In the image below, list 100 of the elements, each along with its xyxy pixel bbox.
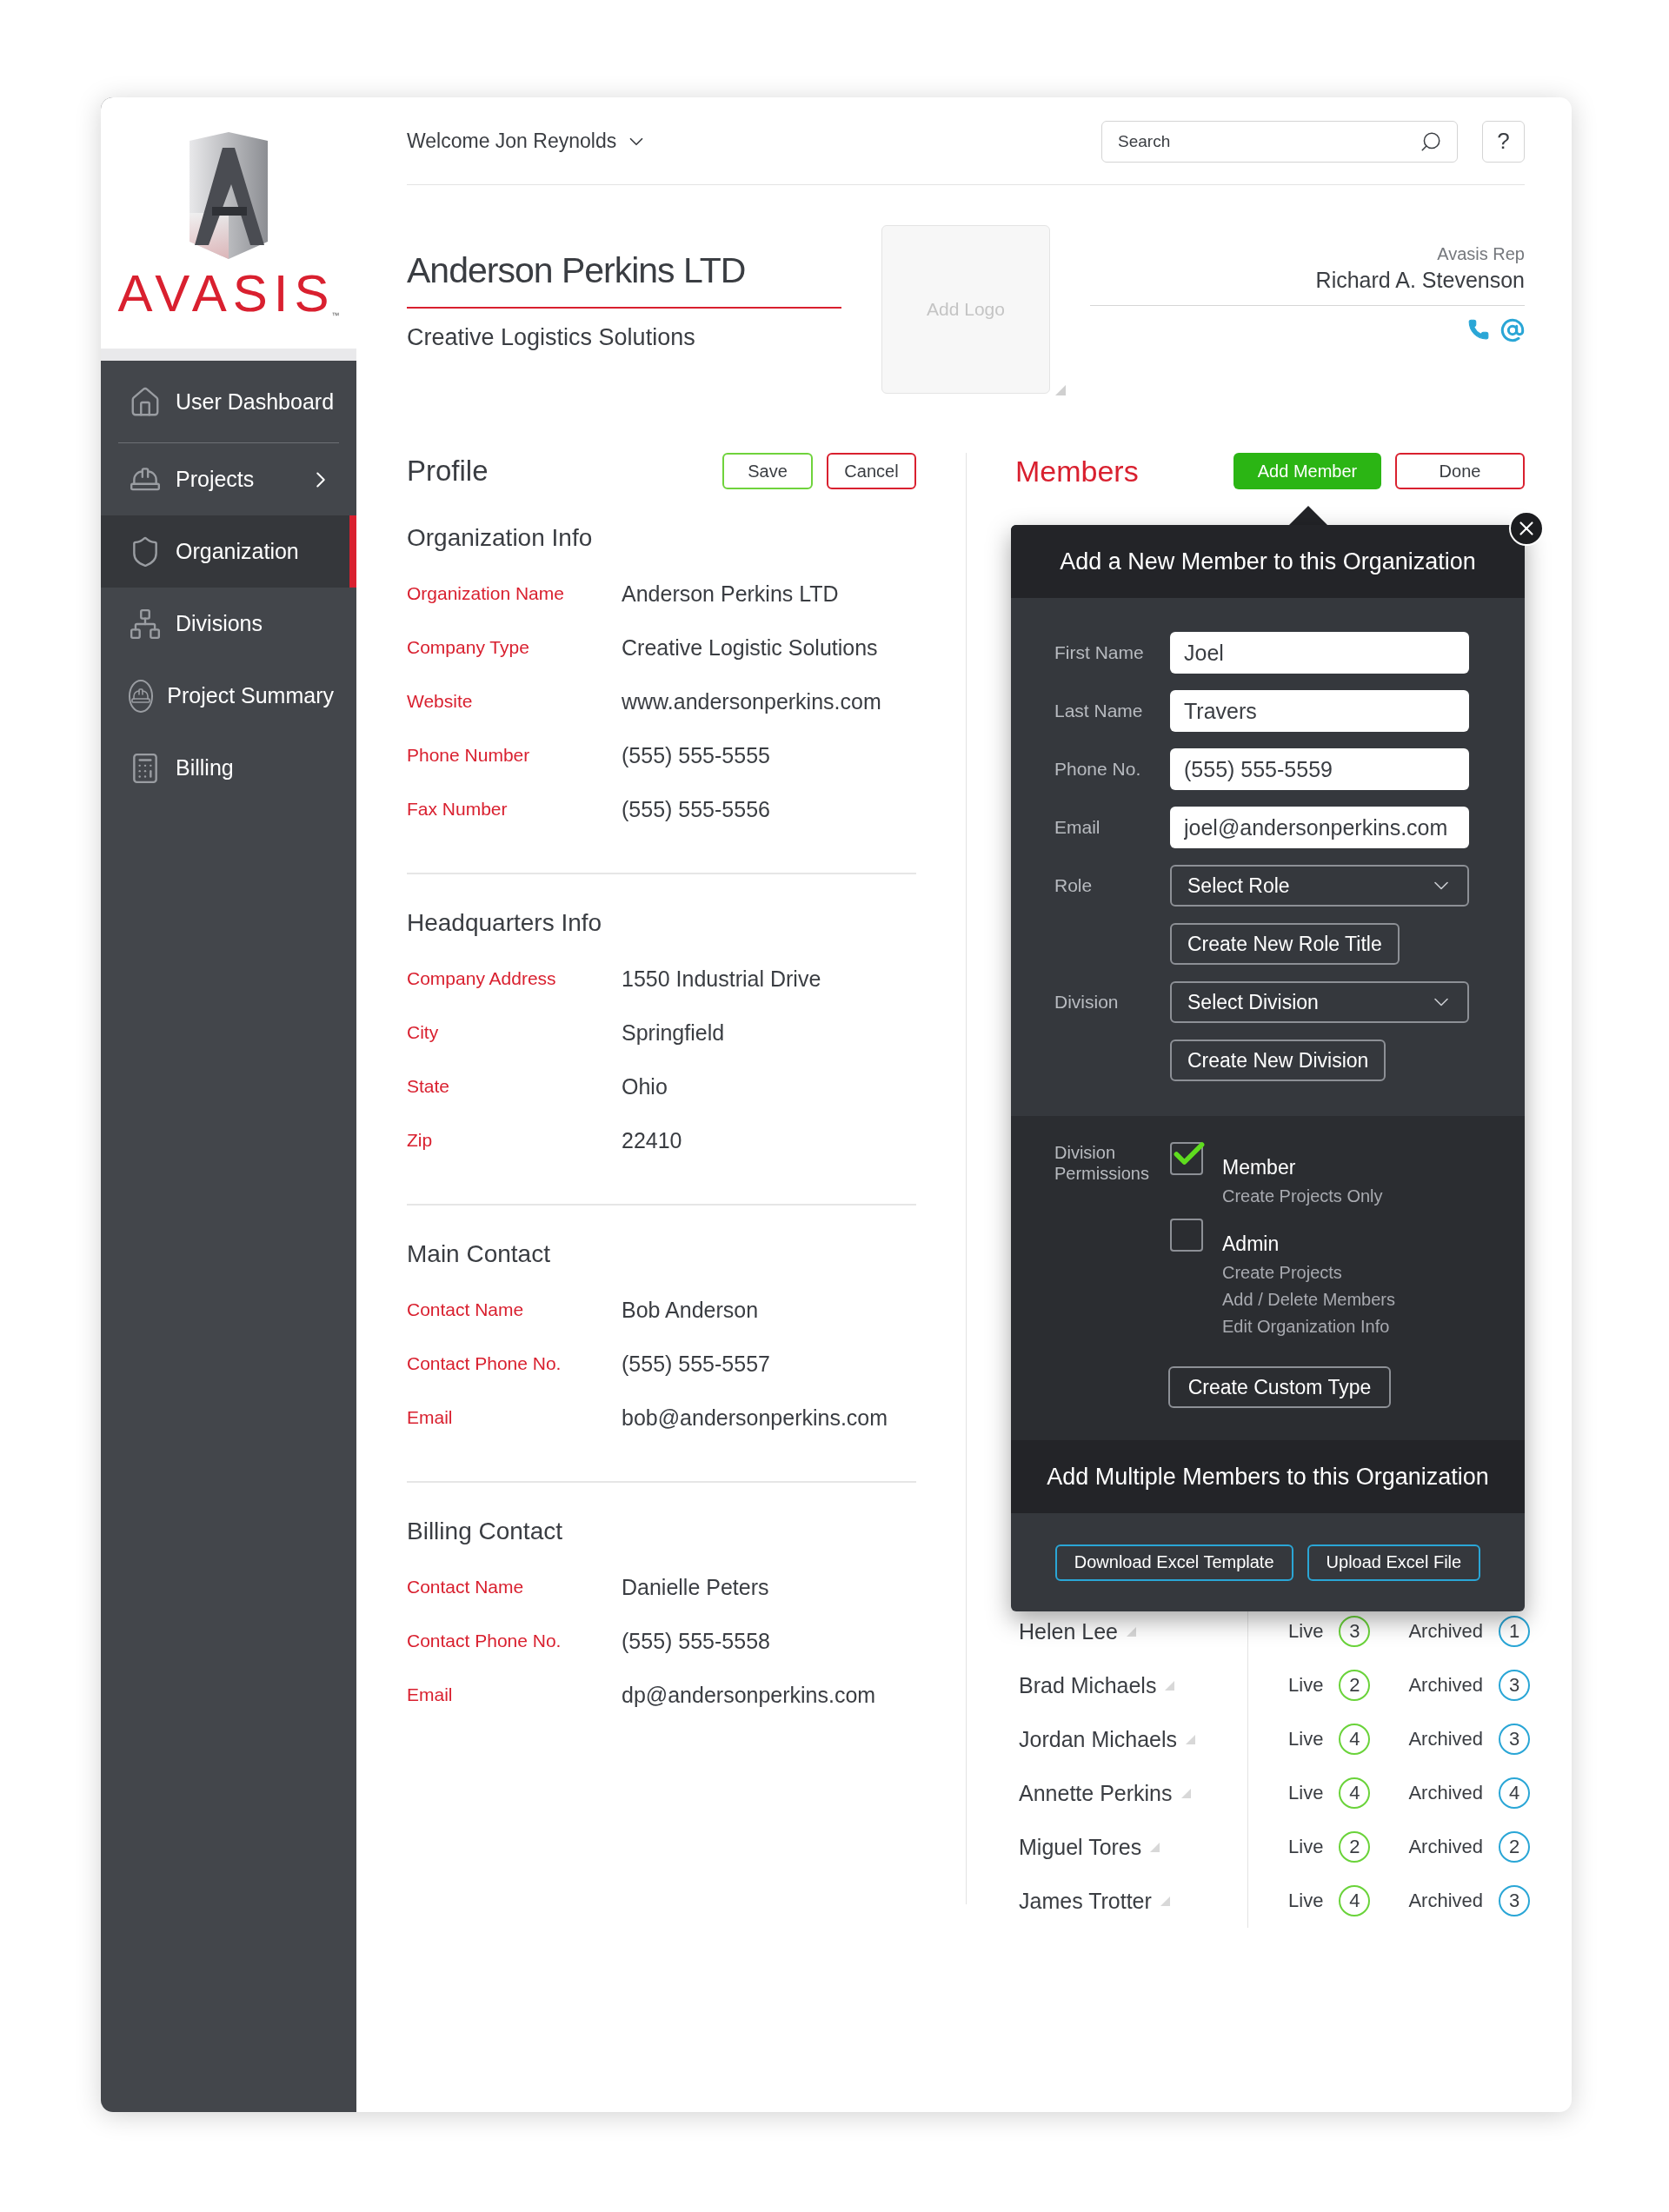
member-name[interactable]: Miguel Tores <box>1019 1834 1142 1860</box>
field-label: Email <box>407 1684 454 1705</box>
field-value: (555) 555-5558 <box>622 1628 771 1654</box>
field-value: Danielle Peters <box>622 1574 770 1600</box>
field-label: State <box>407 1076 451 1097</box>
input-field[interactable]: joel@andersonperkins.com <box>1170 807 1469 848</box>
input-field[interactable]: Joel <box>1170 632 1469 674</box>
sidebar-item[interactable]: Organization <box>101 515 356 588</box>
live-count: 4 <box>1339 1777 1371 1809</box>
form-label: Role <box>1054 875 1094 896</box>
hierarchy-icon <box>129 607 162 641</box>
live-label: Live <box>1288 1728 1324 1750</box>
live-label: Live <box>1288 1620 1324 1643</box>
field-label: Contact Phone No. <box>407 1353 562 1374</box>
live-count: 2 <box>1339 1831 1371 1863</box>
field-value: Ohio <box>622 1073 668 1099</box>
option-detail: Create Projects Only <box>1222 1186 1383 1206</box>
create-button[interactable]: Create New Role Title <box>1170 923 1400 965</box>
field-label: Contact Name <box>407 1577 525 1598</box>
live-label: Live <box>1288 1890 1324 1912</box>
create-button[interactable]: Create New Division <box>1170 1040 1386 1081</box>
field-label: Organization Name <box>407 583 565 604</box>
sidebar-item[interactable]: Billing <box>101 732 356 804</box>
create-custom-type-button[interactable]: Create Custom Type <box>1168 1366 1391 1408</box>
save-button[interactable]: Save <box>722 453 813 489</box>
member-name[interactable]: Annette Perkins <box>1019 1780 1173 1806</box>
member-name[interactable]: Jordan Michaels <box>1019 1726 1178 1752</box>
sidebar-item[interactable]: Projects <box>101 443 356 515</box>
form-label: Email <box>1054 817 1101 838</box>
excel-button[interactable]: Upload Excel File <box>1307 1544 1481 1581</box>
input-field[interactable]: (555) 555-5559 <box>1170 748 1469 790</box>
live-count: 2 <box>1339 1670 1371 1701</box>
field-label: Company Address <box>407 968 557 989</box>
select-dropdown[interactable]: Select Division <box>1170 981 1469 1023</box>
brand-logo: AVASIS™ <box>117 266 340 322</box>
email-icon[interactable] <box>1500 318 1525 342</box>
resize-handle-icon <box>1186 1734 1196 1744</box>
form-label: Last Name <box>1054 701 1144 721</box>
profile-title: Profile <box>407 455 489 488</box>
live-label: Live <box>1288 1836 1324 1858</box>
option-detail: Add / Delete Members <box>1222 1290 1395 1310</box>
field-label: Fax Number <box>407 799 509 820</box>
hard-hat-icon <box>129 679 154 713</box>
user-menu[interactable]: Welcome Jon Reynolds <box>407 130 648 153</box>
option-detail: Edit Organization Info <box>1222 1317 1391 1337</box>
member-name[interactable]: Helen Lee <box>1019 1618 1118 1644</box>
field-value: (555) 555-5555 <box>622 742 771 768</box>
section-title: Billing Contact <box>407 1517 563 1546</box>
permissions-label: Division Permissions <box>1054 1142 1150 1185</box>
archived-count: 1 <box>1499 1616 1530 1647</box>
live-count: 4 <box>1339 1885 1371 1916</box>
members-title: Members <box>1015 454 1139 488</box>
checkbox[interactable] <box>1170 1142 1203 1175</box>
input-field[interactable]: Travers <box>1170 690 1469 732</box>
form-label: Phone No. <box>1054 759 1142 780</box>
field-label: Company Type <box>407 637 530 658</box>
excel-button[interactable]: Download Excel Template <box>1054 1544 1293 1581</box>
company-subtitle: Creative Logistics Solutions <box>407 324 696 351</box>
field-value: (555) 555-5556 <box>622 796 771 822</box>
field-label: Contact Name <box>407 1299 525 1320</box>
archived-label: Archived <box>1408 1782 1483 1804</box>
archived-count: 3 <box>1499 1670 1530 1701</box>
archived-label: Archived <box>1408 1836 1483 1858</box>
field-value: Bob Anderson <box>622 1297 760 1323</box>
done-button[interactable]: Done <box>1395 453 1525 489</box>
field-label: Zip <box>407 1130 434 1151</box>
section-title: Headquarters Info <box>407 908 603 938</box>
sidebar-item[interactable]: Project Summary <box>101 660 356 732</box>
section-title: Organization Info <box>407 523 594 553</box>
archived-count: 4 <box>1499 1777 1530 1809</box>
member-name[interactable]: Brad Michaels <box>1019 1672 1157 1698</box>
resize-handle-icon <box>1150 1842 1160 1852</box>
bulk-title: Add Multiple Members to this Organization <box>1011 1440 1525 1513</box>
rep-label: Avasis Rep <box>1437 244 1525 264</box>
search-field[interactable]: Search <box>1101 120 1458 163</box>
archived-count: 3 <box>1499 1724 1530 1755</box>
help-button[interactable]: ? <box>1482 120 1525 163</box>
resize-handle-icon <box>1165 1680 1175 1691</box>
field-label: Phone Number <box>407 745 531 766</box>
resize-handle-icon <box>1180 1788 1191 1798</box>
select-dropdown[interactable]: Select Role <box>1170 865 1469 907</box>
section-title: Main Contact <box>407 1239 551 1269</box>
field-value: www.andersonperkins.com <box>622 688 882 714</box>
field-value: 22410 <box>622 1127 683 1153</box>
field-value: 1550 Industrial Drive <box>622 966 822 992</box>
form-label: First Name <box>1054 642 1145 663</box>
field-value: dp@andersonperkins.com <box>622 1682 877 1708</box>
archived-label: Archived <box>1408 1620 1483 1643</box>
company-name: Anderson Perkins LTD <box>407 246 841 309</box>
option-title: Admin <box>1222 1232 1280 1256</box>
field-label: Website <box>407 691 474 712</box>
field-value: (555) 555-5557 <box>622 1351 771 1377</box>
sidebar-item[interactable]: Divisions <box>101 588 356 660</box>
checkbox[interactable] <box>1170 1219 1203 1252</box>
dialog-title: Add a New Member to this Organization <box>1011 525 1525 598</box>
archived-label: Archived <box>1408 1728 1483 1750</box>
live-count: 3 <box>1339 1616 1371 1647</box>
cancel-button[interactable]: Cancel <box>827 453 916 489</box>
resize-handle-icon <box>1160 1896 1170 1906</box>
member-name[interactable]: James Trotter <box>1019 1888 1152 1914</box>
